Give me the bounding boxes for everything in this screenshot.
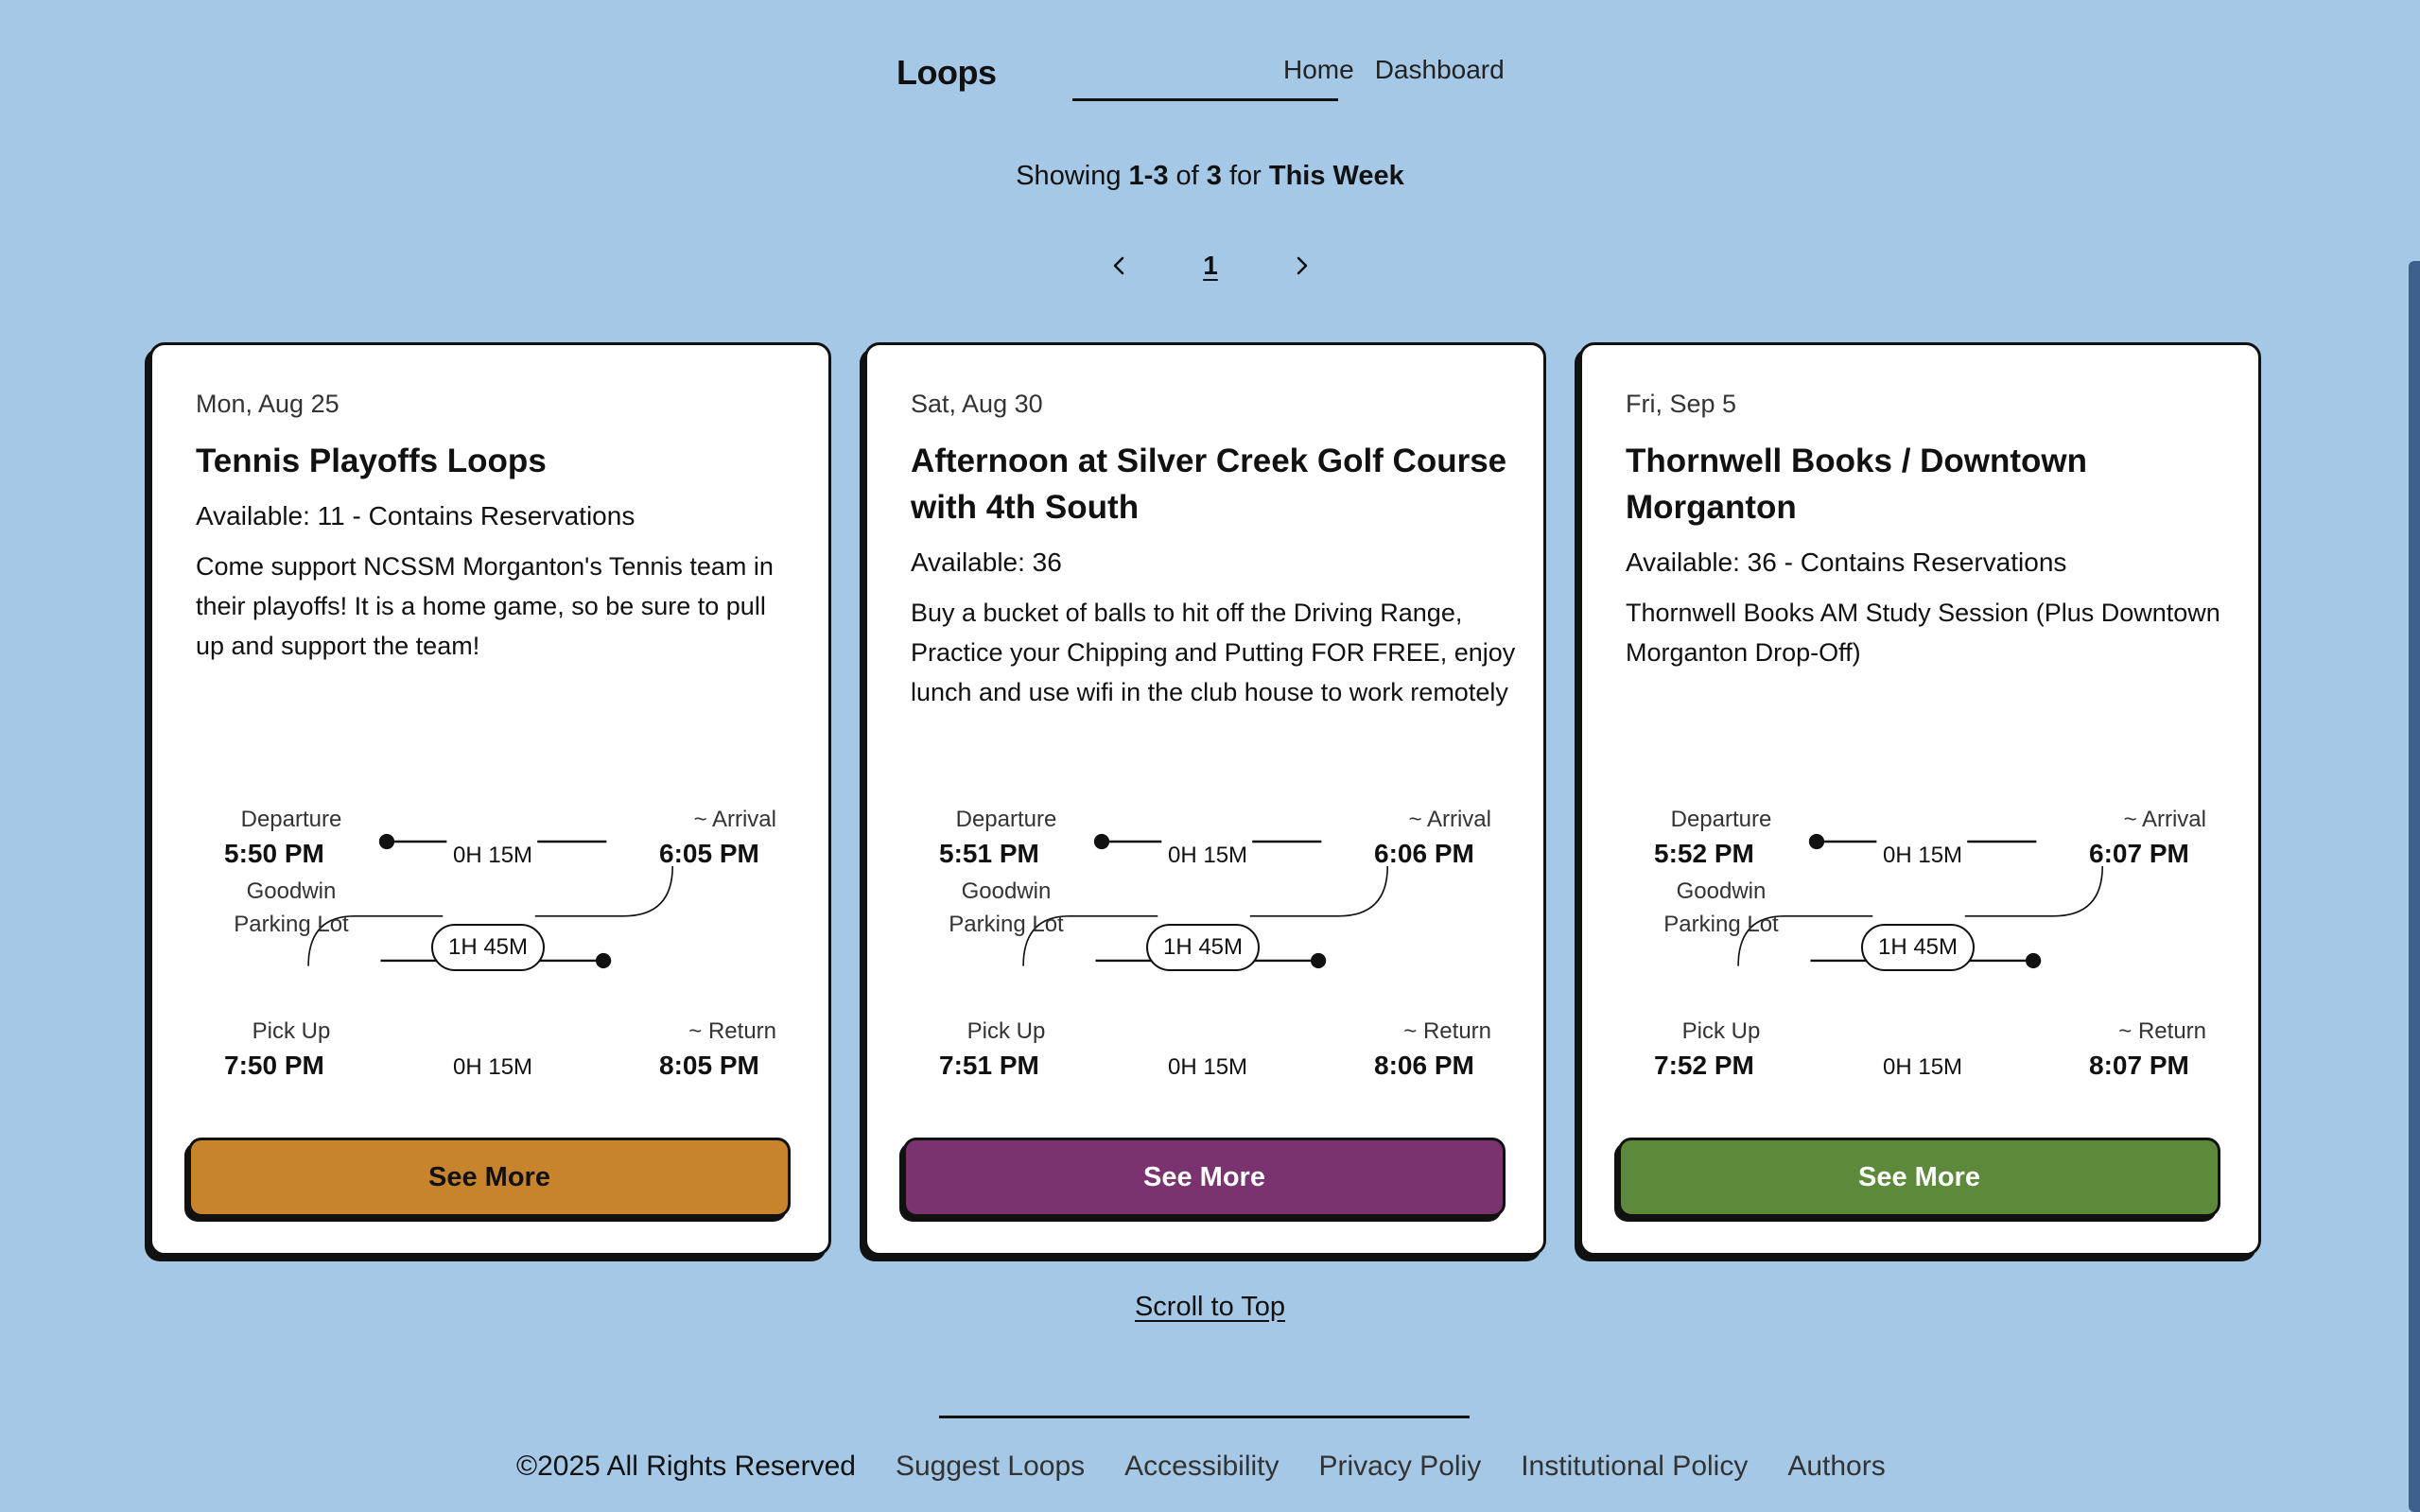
summary-prefix: Showing [1016, 161, 1129, 191]
summary-period: This Week [1268, 161, 1404, 191]
departure-location: Goodwin Parking Lot [234, 878, 349, 937]
card-date: Sat, Aug 30 [911, 390, 1043, 418]
summary-total: 3 [1206, 161, 1222, 191]
return-label: ~ Return [2118, 1018, 2206, 1044]
pickup-time: 7:50 PM [224, 1051, 324, 1080]
outbound-duration: 0H 15M [1883, 843, 1963, 868]
card-description: Buy a bucket of balls to hit off the Dri… [911, 599, 1516, 706]
page-scrollbar[interactable] [2409, 261, 2420, 1512]
loop-card: Sat, Aug 30 Afternoon at Silver Creek Go… [864, 342, 1546, 1256]
pickup-time: 7:51 PM [939, 1051, 1039, 1080]
return-label: ~ Return [688, 1018, 776, 1044]
departure-location: Goodwin Parking Lot [1663, 878, 1779, 937]
footer-link-accessibility[interactable]: Accessibility [1124, 1451, 1279, 1483]
main-nav: Home Dashboard [1283, 55, 1505, 85]
return-schedule: Pick Up 7:51 PM 0H 15M ~ Return 8:06 PM [867, 1018, 1549, 1094]
card-title: Tennis Playoffs Loops [196, 443, 547, 479]
nav-dashboard-link[interactable]: Dashboard [1375, 55, 1505, 85]
return-label: ~ Return [1403, 1018, 1491, 1044]
arrival-label: ~ Arrival [2123, 807, 2206, 832]
departure-label: Departure [240, 807, 342, 832]
arrival-time: 6:05 PM [659, 839, 759, 868]
departure-time: 5:51 PM [939, 839, 1039, 868]
departure-time: 5:52 PM [1654, 839, 1754, 868]
stay-duration-pill: 1H 45M [1146, 924, 1260, 971]
outbound-duration: 0H 15M [453, 843, 533, 868]
footer-divider [939, 1416, 1470, 1418]
return-duration: 0H 15M [453, 1054, 533, 1080]
arrival-time: 6:07 PM [2089, 839, 2189, 868]
see-more-button[interactable]: See More [188, 1138, 791, 1217]
card-title: Thornwell Books / Downtown Morganton [1626, 443, 2088, 526]
footer-link-privacy-policy[interactable]: Privacy Poliy [1319, 1451, 1482, 1483]
summary-range: 1-3 [1128, 161, 1169, 191]
return-schedule: Pick Up 7:52 PM 0H 15M ~ Return 8:07 PM [1582, 1018, 2264, 1094]
return-duration: 0H 15M [1168, 1054, 1248, 1080]
pickup-time: 7:52 PM [1654, 1051, 1754, 1080]
page-number-current[interactable]: 1 [1203, 251, 1218, 281]
pickup-label: Pick Up [1681, 1018, 1761, 1044]
prev-page-button[interactable] [1097, 244, 1140, 287]
loop-card: Mon, Aug 25 Tennis Playoffs Loops Availa… [149, 342, 831, 1256]
return-time: 8:05 PM [659, 1051, 759, 1080]
copyright: ©2025 All Rights Reserved [516, 1451, 856, 1482]
card-date: Fri, Sep 5 [1626, 390, 1737, 418]
scroll-to-top-link[interactable]: Scroll to Top [1135, 1292, 1285, 1322]
nav-home-link[interactable]: Home [1283, 55, 1354, 85]
pickup-label: Pick Up [252, 1018, 331, 1044]
scroll-to-top: Scroll to Top [0, 1292, 2420, 1323]
stay-duration-pill: 1H 45M [431, 924, 545, 971]
return-duration: 0H 15M [1883, 1054, 1963, 1080]
site-header: Loops Home Dashboard [0, 45, 2420, 102]
outbound-duration: 0H 15M [1168, 843, 1248, 868]
card-date: Mon, Aug 25 [196, 390, 339, 418]
pagination: 1 [1097, 244, 1324, 287]
card-availability: Available: 11 - Contains Reservations [196, 501, 635, 530]
card-availability: Available: 36 [911, 547, 1062, 577]
next-page-button[interactable] [1280, 244, 1324, 287]
pickup-label: Pick Up [966, 1018, 1046, 1044]
card-description: Thornwell Books AM Study Session (Plus D… [1626, 599, 2220, 667]
loop-card: Fri, Sep 5 Thornwell Books / Downtown Mo… [1579, 342, 2261, 1256]
stay-duration-pill: 1H 45M [1861, 924, 1975, 971]
return-schedule: Pick Up 7:50 PM 0H 15M ~ Return 8:05 PM [152, 1018, 834, 1094]
return-time: 8:06 PM [1374, 1051, 1474, 1080]
see-more-button[interactable]: See More [903, 1138, 1506, 1217]
summary-of: of [1168, 161, 1207, 191]
card-description: Come support NCSSM Morganton's Tennis te… [196, 552, 774, 660]
card-title: Afternoon at Silver Creek Golf Course wi… [911, 443, 1507, 526]
logo[interactable]: Loops [897, 53, 997, 93]
chevron-right-icon [1297, 256, 1308, 275]
departure-location: Goodwin Parking Lot [949, 878, 1064, 937]
departure-label: Departure [1670, 807, 1772, 832]
summary-for: for [1221, 161, 1269, 191]
footer-link-suggest-loops[interactable]: Suggest Loops [896, 1451, 1085, 1483]
site-footer: ©2025 All Rights Reserved Suggest Loops … [516, 1451, 1886, 1483]
arrival-label: ~ Arrival [693, 807, 776, 832]
see-more-button[interactable]: See More [1618, 1138, 2220, 1217]
chevron-left-icon [1113, 256, 1124, 275]
departure-time: 5:50 PM [224, 839, 324, 868]
return-time: 8:07 PM [2089, 1051, 2189, 1080]
card-availability: Available: 36 - Contains Reservations [1626, 547, 2067, 577]
nav-underline [1072, 98, 1338, 101]
page: Loops Home Dashboard Showing 1-3 of 3 fo… [0, 0, 2420, 1512]
results-summary: Showing 1-3 of 3 for This Week [0, 161, 2420, 192]
arrival-time: 6:06 PM [1374, 839, 1474, 868]
departure-label: Departure [955, 807, 1057, 832]
arrival-label: ~ Arrival [1408, 807, 1491, 832]
footer-link-institutional-policy[interactable]: Institutional Policy [1521, 1451, 1748, 1483]
footer-link-authors[interactable]: Authors [1787, 1451, 1885, 1483]
